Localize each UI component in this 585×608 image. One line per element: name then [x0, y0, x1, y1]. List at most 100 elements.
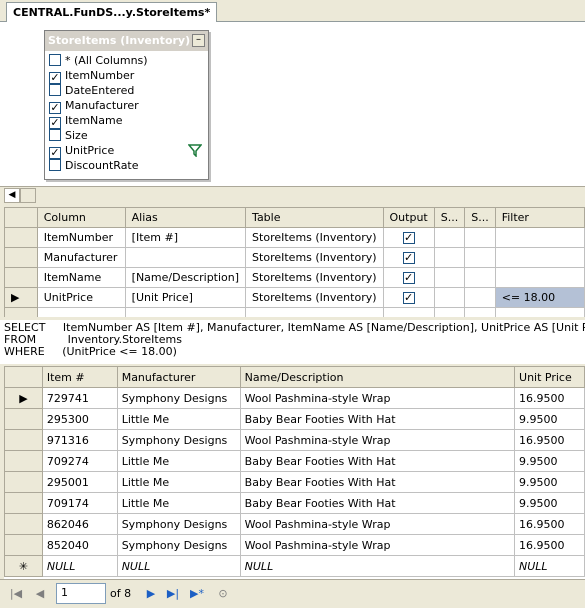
criteria-alias-cell[interactable]: [Unit Price]	[124, 287, 247, 308]
result-unit-price-cell[interactable]: 9.9500	[514, 471, 585, 493]
criteria-empty-cell[interactable]	[494, 307, 585, 317]
result-unit-price-cell[interactable]: 9.9500	[514, 408, 585, 430]
minimize-button[interactable]: –	[192, 34, 205, 47]
column-checkbox[interactable]	[49, 159, 61, 171]
column-checkbox[interactable]	[49, 129, 61, 141]
criteria-alias-cell[interactable]	[124, 247, 247, 268]
table-column-item[interactable]: ✓ UnitPrice	[49, 143, 199, 159]
result-row-selector[interactable]	[4, 429, 43, 451]
result-name-cell[interactable]: Baby Bear Footies With Hat	[239, 492, 516, 514]
result-unit-price-cell[interactable]: 9.9500	[514, 492, 585, 514]
criteria-row[interactable]: ItemName [Name/Description] StoreItems (In…	[4, 267, 585, 288]
results-header-unit-price[interactable]: Unit Price	[514, 366, 585, 388]
result-name-cell[interactable]: Wool Pashmina-style Wrap	[239, 534, 516, 556]
criteria-row-selector[interactable]	[4, 267, 38, 288]
result-row[interactable]: 295001 Little Me Baby Bear Footies With Ha…	[4, 471, 585, 493]
result-row[interactable]: 971316 Symphony Designs Wool Pashmina-styl…	[4, 429, 585, 451]
column-checkbox[interactable]	[49, 54, 61, 66]
criteria-row-selector[interactable]: ▶	[4, 287, 38, 308]
criteria-filter-cell[interactable]	[494, 267, 585, 288]
criteria-column-cell[interactable]: UnitPrice	[36, 287, 126, 308]
output-checkbox[interactable]: ✓	[402, 292, 415, 304]
criteria-empty-cell[interactable]	[433, 307, 466, 317]
criteria-sort-type-cell[interactable]	[433, 267, 466, 288]
table-column-item[interactable]: * (All Columns)	[49, 53, 199, 68]
result-item-number-cell[interactable]: 852040	[41, 534, 118, 556]
result-row[interactable]: 852040 Symphony Designs Wool Pashmina-styl…	[4, 534, 585, 556]
result-unit-price-cell[interactable]: 16.9500	[514, 513, 585, 535]
criteria-header-sort-type[interactable]: S...	[433, 207, 466, 228]
null-cell[interactable]: NULL	[239, 555, 516, 577]
criteria-column-cell[interactable]: Manufacturer	[36, 247, 126, 268]
criteria-sort-type-cell[interactable]	[433, 287, 466, 308]
criteria-sort-type-cell[interactable]	[433, 247, 466, 268]
stop-icon[interactable]: ⊙	[215, 587, 231, 601]
result-manufacturer-cell[interactable]: Little Me	[116, 408, 241, 430]
output-checkbox[interactable]: ✓	[402, 232, 415, 244]
result-row[interactable]: 862046 Symphony Designs Wool Pashmina-styl…	[4, 513, 585, 535]
result-manufacturer-cell[interactable]: Little Me	[116, 450, 241, 472]
criteria-sort-type-cell[interactable]	[433, 227, 466, 248]
criteria-table-cell[interactable]: StoreItems (Inventory)	[245, 267, 384, 288]
criteria-sort-order-cell[interactable]	[464, 227, 496, 248]
result-row[interactable]: 709174 Little Me Baby Bear Footies With Ha…	[4, 492, 585, 514]
result-name-cell[interactable]: Baby Bear Footies With Hat	[239, 471, 516, 493]
result-unit-price-cell[interactable]: 9.9500	[514, 450, 585, 472]
result-item-number-cell[interactable]: 709174	[41, 492, 118, 514]
criteria-header-sort-order[interactable]: S...	[464, 207, 496, 228]
result-row[interactable]: 709274 Little Me Baby Bear Footies With Ha…	[4, 450, 585, 472]
result-row[interactable]: ▶ 729741 Symphony Designs Wool Pashmina-sty…	[4, 387, 585, 409]
first-record-icon[interactable]: |◀	[8, 587, 24, 601]
column-checkbox[interactable]	[49, 84, 61, 96]
new-row-asterisk-icon[interactable]: ✳	[4, 555, 43, 577]
table-column-item[interactable]: ✓ ItemName	[49, 113, 199, 129]
criteria-output-cell[interactable]: ✓	[382, 287, 435, 308]
table-column-item[interactable]: ✓ ItemNumber	[49, 68, 199, 84]
criteria-empty-cell[interactable]	[245, 307, 384, 317]
criteria-header-alias[interactable]: Alias	[124, 207, 247, 228]
criteria-column-cell[interactable]: ItemNumber	[36, 227, 126, 248]
criteria-empty-cell[interactable]	[36, 307, 126, 317]
result-name-cell[interactable]: Wool Pashmina-style Wrap	[239, 513, 516, 535]
criteria-column-cell[interactable]: ItemName	[36, 267, 126, 288]
result-name-cell[interactable]: Wool Pashmina-style Wrap	[239, 429, 516, 451]
criteria-alias-cell[interactable]: [Name/Description]	[124, 267, 247, 288]
result-item-number-cell[interactable]: 729741	[41, 387, 118, 409]
table-column-item[interactable]: Size	[49, 128, 199, 143]
results-header-item-number[interactable]: Item #	[41, 366, 118, 388]
null-cell[interactable]: NULL	[514, 555, 585, 577]
result-manufacturer-cell[interactable]: Symphony Designs	[116, 429, 241, 451]
sql-pane[interactable]: SELECT ItemNumber AS [Item #], Manufactu…	[0, 318, 585, 364]
result-manufacturer-cell[interactable]: Little Me	[116, 471, 241, 493]
page-number-input[interactable]: 1	[56, 583, 106, 604]
result-item-number-cell[interactable]: 295001	[41, 471, 118, 493]
criteria-row[interactable]: Manufacturer StoreItems (Inventory) ✓	[4, 247, 585, 268]
last-record-icon[interactable]: ▶|	[165, 587, 181, 601]
criteria-table-cell[interactable]: StoreItems (Inventory)	[245, 227, 384, 248]
result-row-selector[interactable]	[4, 408, 43, 430]
results-header-name-description[interactable]: Name/Description	[239, 366, 516, 388]
criteria-alias-cell[interactable]: [Item #]	[124, 227, 247, 248]
table-diagram-box[interactable]: StoreItems (Inventory) – * (All Columns)…	[44, 30, 209, 180]
result-row-selector[interactable]	[4, 513, 43, 535]
output-checkbox[interactable]: ✓	[402, 272, 415, 284]
criteria-filter-cell[interactable]	[494, 247, 585, 268]
table-column-item[interactable]: ✓ Manufacturer	[49, 98, 199, 114]
diagram-scrollbar[interactable]: ◀	[0, 186, 585, 204]
table-box-title[interactable]: StoreItems (Inventory)	[45, 31, 208, 51]
previous-record-icon[interactable]: ◀	[32, 587, 48, 601]
new-record-icon[interactable]: ▶*	[189, 587, 205, 601]
result-name-cell[interactable]: Wool Pashmina-style Wrap	[239, 387, 516, 409]
result-manufacturer-cell[interactable]: Little Me	[116, 492, 241, 514]
criteria-empty-cell[interactable]	[124, 307, 247, 317]
result-row-selector[interactable]	[4, 492, 43, 514]
new-record-row[interactable]: ✳ NULL NULL NULL NULL	[4, 555, 585, 577]
criteria-empty-row[interactable]	[4, 307, 585, 317]
next-record-icon[interactable]: ▶	[143, 587, 159, 601]
criteria-sort-order-cell[interactable]	[464, 267, 496, 288]
criteria-empty-cell[interactable]	[382, 307, 435, 317]
criteria-sort-order-cell[interactable]	[464, 247, 496, 268]
output-checkbox[interactable]: ✓	[402, 252, 415, 264]
criteria-header-filter[interactable]: Filter	[494, 207, 585, 228]
result-manufacturer-cell[interactable]: Symphony Designs	[116, 513, 241, 535]
